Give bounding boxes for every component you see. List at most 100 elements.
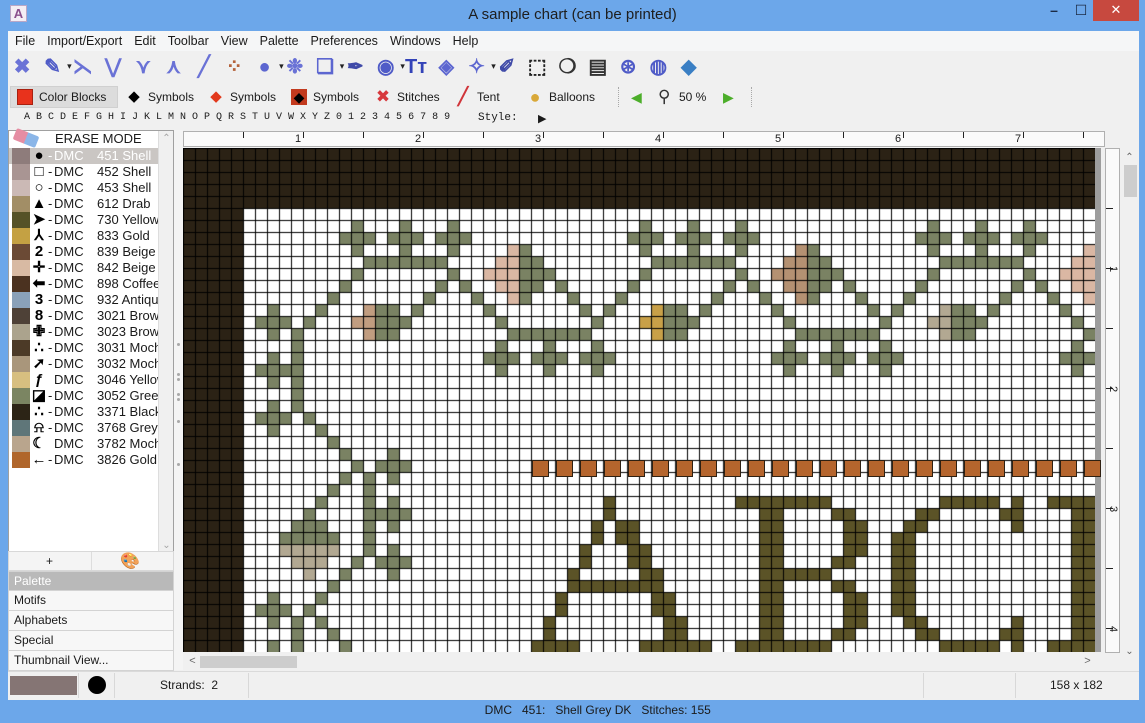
scroll-left-arrow-icon[interactable]: < [185,655,200,667]
shapes-tool-button[interactable]: ❏ ▾ [310,54,344,80]
horizontal-scroll-thumb[interactable] [200,656,297,668]
palette-item[interactable]: ⬅ - DMC 898 Coffee [9,276,158,292]
three-quarter-stitch-b-tool-button[interactable]: ⋎ [128,54,158,80]
fill-bucket-tool-button[interactable]: ◈ [431,54,461,80]
alphabet-bar[interactable]: A B C D E F G H I J K L M N O P Q R S T … [24,112,450,123]
text-tool-button[interactable]: Tт [401,54,431,80]
book-tool-button[interactable]: ◆ [674,54,704,80]
palette-item[interactable]: ∴-DMC 3371 Black [9,404,158,420]
palette-item[interactable]: 8-DMC 3021 Brown [9,308,158,324]
view-tent-button[interactable]: ╱ Tent [455,86,500,108]
bead-tool-button[interactable]: ❉ [280,54,310,80]
select-rectangle-tool-button[interactable]: ⬚ [522,54,552,80]
bead-stitch[interactable] [700,460,717,477]
menu-view[interactable]: View [221,34,248,48]
view-stitches-button[interactable]: ✖ Stitches [375,86,440,108]
tab-palette[interactable]: Palette [8,571,174,591]
bead-stitch[interactable] [652,460,669,477]
clipboard-paste-tool-button[interactable]: ▤ [583,54,613,80]
bead-stitch[interactable] [1036,460,1053,477]
view-symbols-black-button[interactable]: ◆ Symbols [126,86,194,108]
palette-item[interactable]: ● - DMC 451 Shell [9,148,158,164]
quarter-stitch-tool-button[interactable]: ⁘ [219,54,249,80]
bead-stitch[interactable] [988,460,1005,477]
eyedropper-tool-button[interactable]: ✐ [492,54,522,80]
palette-item[interactable]: 3-DMC 932 Antique [9,292,158,308]
three-quarter-stitch-a-tool-button[interactable]: ⋁ [98,54,128,80]
menu-import-export[interactable]: Import/Export [47,34,122,48]
bead-stitch[interactable] [676,460,693,477]
menu-palette[interactable]: Palette [260,34,299,48]
palette-item[interactable]: ✛ - DMC 842 Beige [9,260,158,276]
stitch-grid-canvas[interactable] [183,148,1095,652]
scroll-right-arrow-icon[interactable]: > [1080,655,1095,667]
scroll-down-arrow-icon[interactable]: ⌄ [1122,646,1137,657]
help-lifebuoy-tool-button[interactable]: ⊛ [613,54,643,80]
minimize-button[interactable]: – [1040,0,1068,21]
comment-bubble-tool-button[interactable]: ❍ [552,54,582,80]
bead-stitch[interactable] [556,460,573,477]
vertical-scroll-thumb[interactable] [1124,165,1137,197]
bead-stitch[interactable] [868,460,885,477]
bead-stitch[interactable] [796,460,813,477]
maximize-button[interactable]: ☐ [1068,0,1094,21]
vertical-scrollbar[interactable]: ⌃ ⌄ [1122,148,1138,668]
menu-windows[interactable]: Windows [390,34,441,48]
view-balloons-button[interactable]: ● Balloons [527,86,595,108]
bead-stitch[interactable] [532,460,549,477]
add-color-button[interactable]: + [8,552,92,570]
panel-splitter[interactable] [174,130,183,670]
palette-item[interactable]: ➚-DMC 3032 Mocha [9,356,158,372]
palette-item[interactable]: ➤ - DMC 730 Yellow [9,212,158,228]
menu-preferences[interactable]: Preferences [311,34,378,48]
bead-stitch[interactable] [964,460,981,477]
palette-scrollbar[interactable]: ⌃ ⌄ [158,131,173,551]
bead-stitch[interactable] [628,460,645,477]
bead-stitch[interactable] [916,460,933,477]
menu-toolbar[interactable]: Toolbar [168,34,209,48]
globe-tool-button[interactable]: ◍ [643,54,673,80]
half-stitch-back-tool-button[interactable]: ⋋ [68,54,98,80]
french-knot-tool-button[interactable]: ● ▾ [249,54,283,80]
style-dropdown-arrow[interactable]: ▶ [538,112,546,125]
view-eye-tool-button[interactable]: ◉ ▾ [371,54,405,80]
magic-wand-tool-button[interactable]: ✧ ▾ [461,54,496,80]
palette-item[interactable]: ⅄ - DMC 833 Gold [9,228,158,244]
bead-stitch[interactable] [748,460,765,477]
bead-stitch[interactable] [1060,460,1077,477]
zoom-out-button[interactable]: ◀ [631,86,642,108]
tab-alphabets[interactable]: Alphabets [8,611,174,631]
tab-thumbnail-view[interactable]: Thumbnail View... [8,651,174,671]
close-button[interactable]: ✕ [1093,0,1139,21]
bead-stitch[interactable] [1012,460,1029,477]
horizontal-scrollbar[interactable]: < > [183,655,1105,669]
bead-stitch[interactable] [1084,460,1101,477]
scroll-up-arrow-icon[interactable]: ⌃ [159,133,174,144]
backstitch-pen-tool-button[interactable]: ✒ [340,54,370,80]
erase-mode-label[interactable]: ERASE MODE [55,131,142,146]
scroll-up-arrow-icon[interactable]: ⌃ [1122,152,1137,163]
half-stitch-forward-tool-button[interactable]: ╱ [189,54,219,80]
tab-motifs[interactable]: Motifs [8,591,174,611]
palette-item[interactable]: ⍾ - DMC 3768 Grey [9,420,158,436]
menu-edit[interactable]: Edit [134,34,156,48]
view-symbols-color-button[interactable]: ◆ Symbols [208,86,276,108]
bead-stitch[interactable] [580,460,597,477]
palette-item[interactable]: ✙-DMC 3023 Brown [9,324,158,340]
bead-stitch[interactable] [724,460,741,477]
three-quarter-stitch-c-tool-button[interactable]: ⋏ [158,54,188,80]
bead-stitch[interactable] [820,460,837,477]
zoom-in-button[interactable]: ▶ [723,86,734,108]
palette-item[interactable]: □ - DMC 452 Shell [9,164,158,180]
palette-item[interactable]: ◪-DMC 3052 Green [9,388,158,404]
palette-item[interactable]: ○ - DMC 453 Shell [9,180,158,196]
menu-help[interactable]: Help [453,34,479,48]
brush-tool-button[interactable]: ✎ ▾ [37,54,72,80]
palette-edit-icon[interactable]: 🎨 [120,551,140,571]
palette-item[interactable]: ∴-DMC 3031 Mocha [9,340,158,356]
bead-stitch[interactable] [940,460,957,477]
view-color-blocks-button[interactable]: Color Blocks [10,86,118,108]
scroll-down-arrow-icon[interactable]: ⌄ [159,540,174,551]
tab-special[interactable]: Special [8,631,174,651]
chart-area[interactable] [183,148,1101,652]
